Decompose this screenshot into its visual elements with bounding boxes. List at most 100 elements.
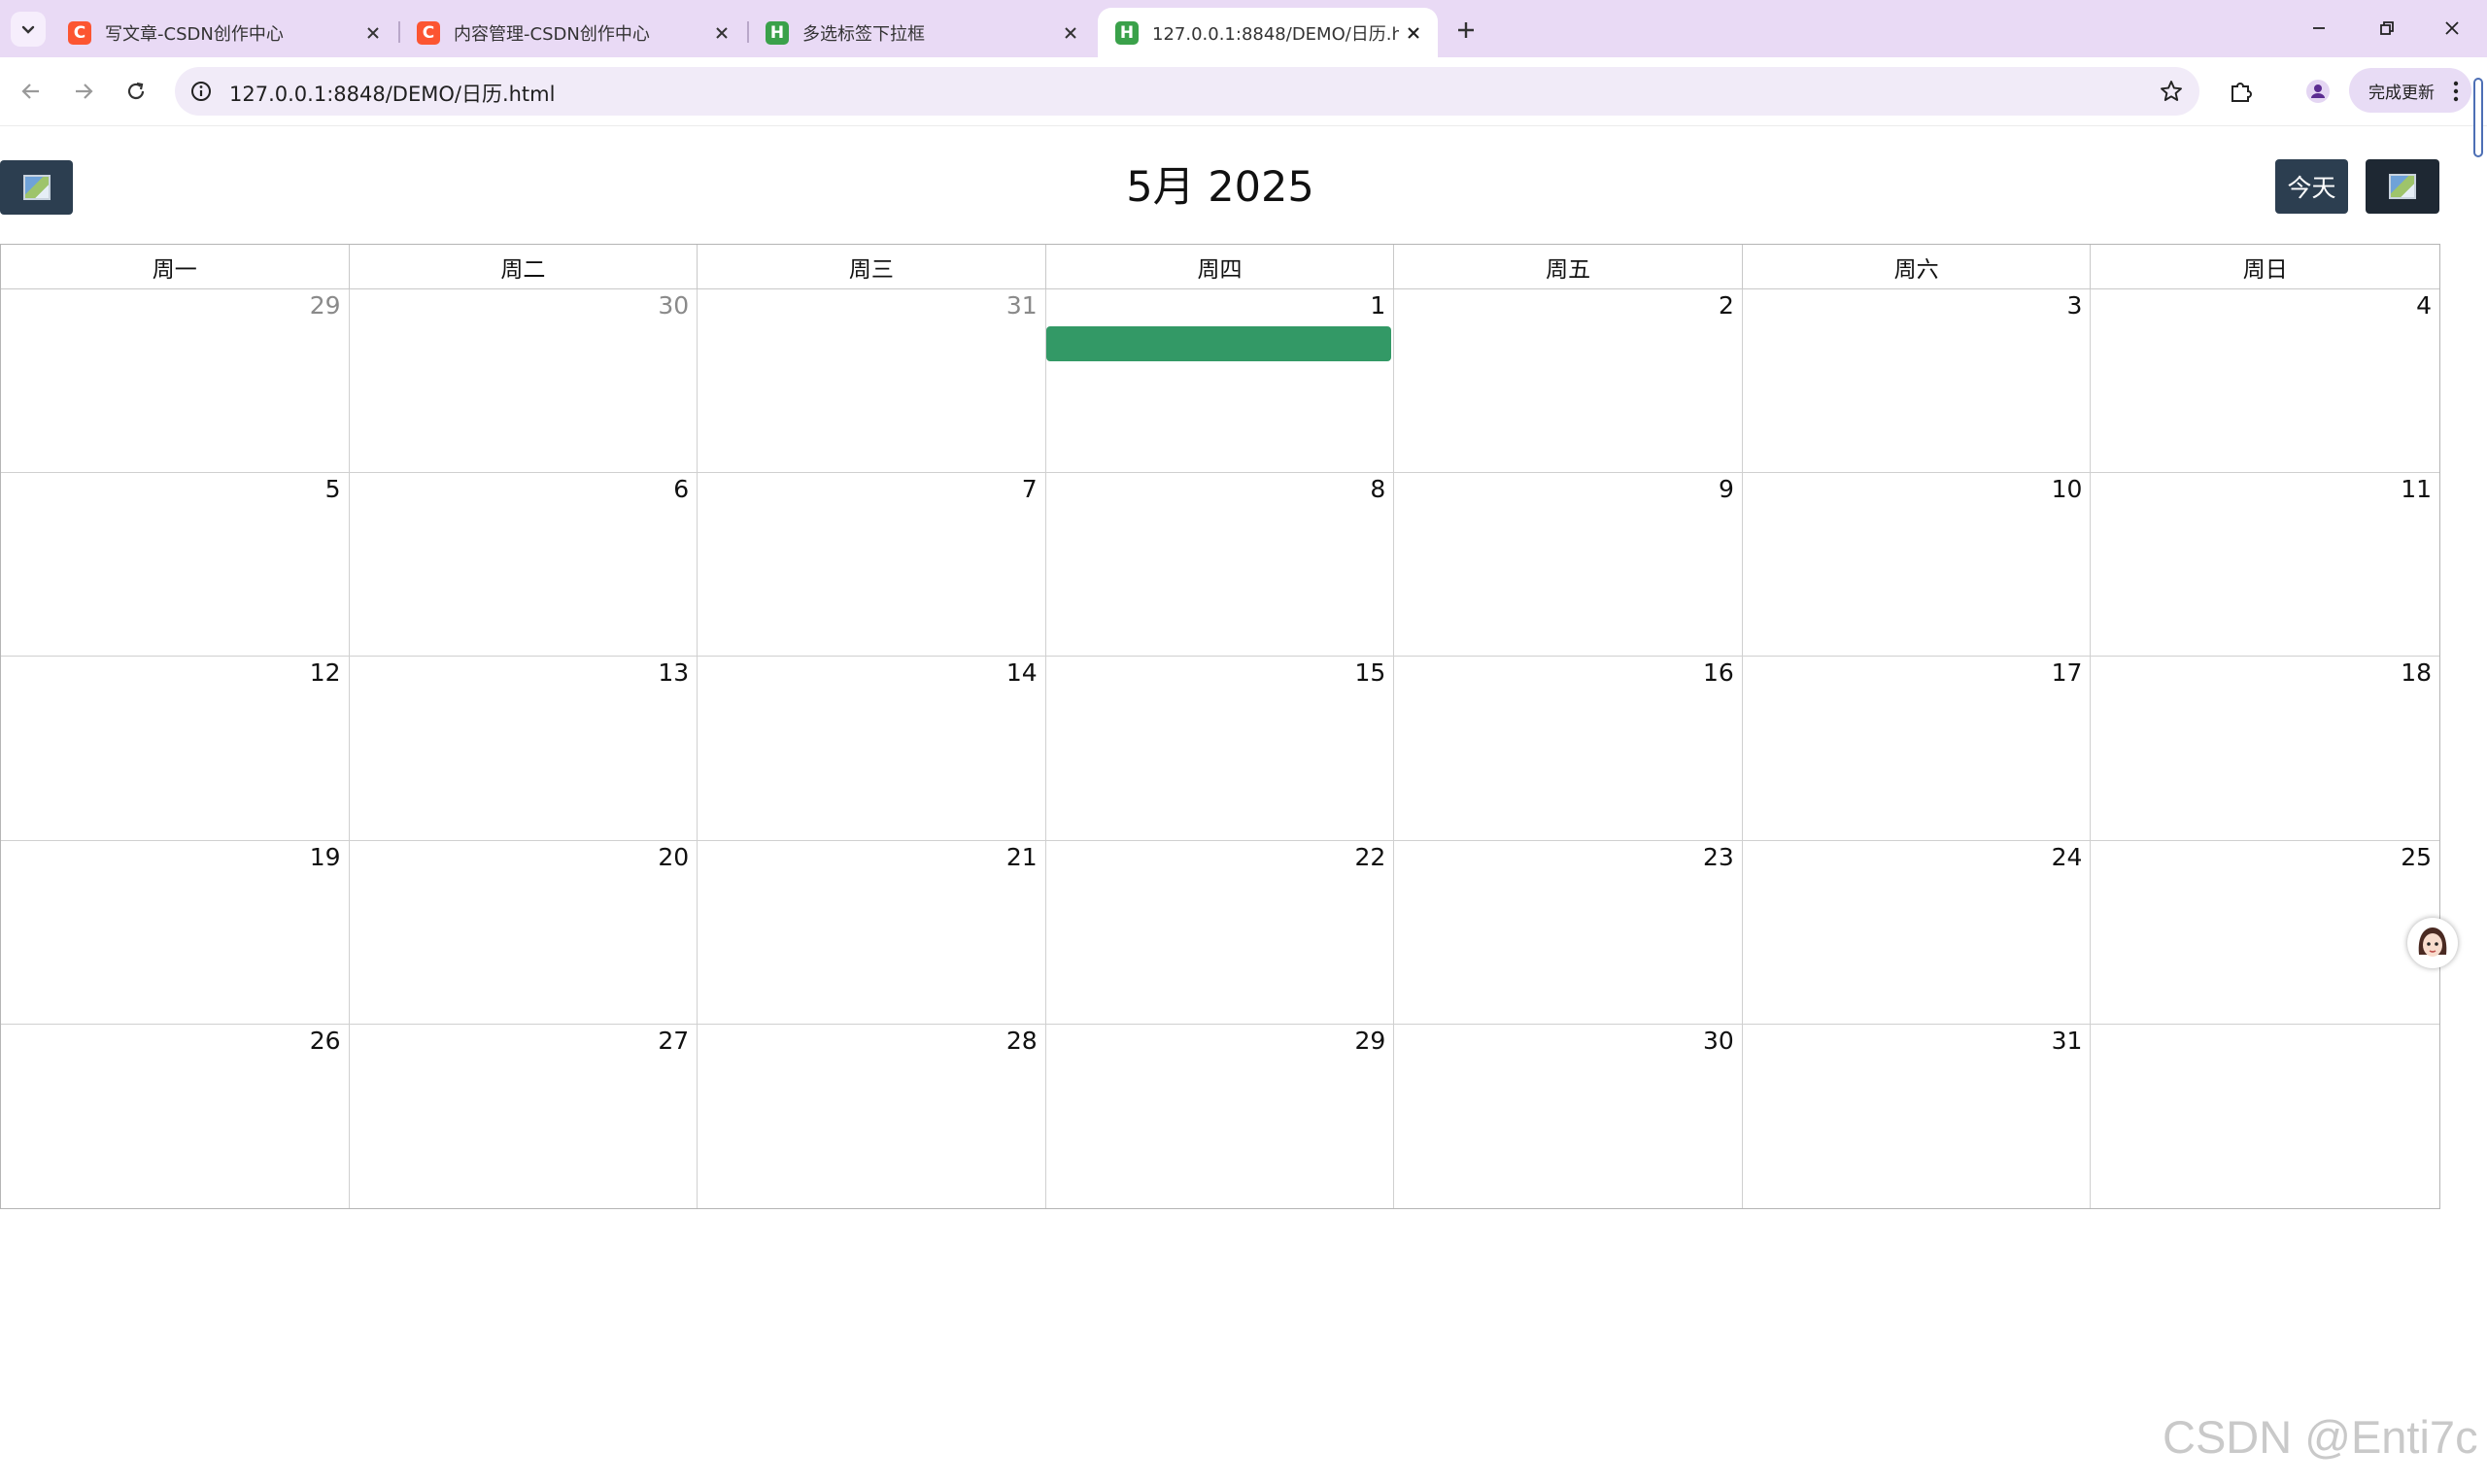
day-number: 29 [1354,1026,1386,1055]
day-number: 21 [1005,842,1038,871]
calendar-day-cell[interactable]: 29 [1,289,350,474]
day-number: 14 [1005,658,1038,688]
calendar-day-cell[interactable]: 20 [349,840,698,1025]
minimize-button[interactable] [2293,10,2345,47]
tab-close-button[interactable] [358,18,388,48]
calendar-day-cell[interactable]: 11 [2091,473,2439,658]
day-number: 18 [2401,658,2432,688]
close-window-button[interactable] [2426,10,2478,47]
calendar-day-cell[interactable]: 19 [1,840,350,1025]
reload-button[interactable] [115,70,157,113]
browser-tab-multiselect-dropdown[interactable]: H 多选标签下拉框 [748,8,1095,57]
calendar-day-cell[interactable]: 23 [1394,840,1743,1025]
browser-tab-write-article[interactable]: C 写文章-CSDN创作中心 [51,8,397,57]
day-number: 7 [1021,475,1038,504]
hbuilder-h-icon: H [1115,20,1139,45]
day-number: 30 [1703,1026,1734,1055]
day-number: 22 [1354,842,1386,871]
page-scrollbar[interactable] [2473,78,2483,157]
day-number: 31 [2051,1026,2083,1055]
calendar-day-cell[interactable]: 31 [698,289,1046,474]
calendar-day-cell[interactable]: 25 [2091,841,2439,1025]
extensions-button[interactable] [2224,74,2259,109]
bookmark-star-icon[interactable] [2159,79,2184,104]
calendar-day-cell[interactable]: 16 [1394,657,1743,841]
day-number: 3 [2066,291,2083,320]
browser-tab-content-management[interactable]: C 内容管理-CSDN创作中心 [399,8,746,57]
tab-title: 127.0.0.1:8848/DEMO/日历.html [1152,23,1399,45]
assistant-avatar-button[interactable] [2407,918,2458,968]
plus-icon [1458,22,1474,38]
restore-icon [2380,21,2394,35]
update-button-label: 完成更新 [2368,83,2435,103]
site-info-icon[interactable] [188,79,214,104]
calendar-day-cell[interactable]: 7 [698,473,1046,658]
tab-title: 写文章-CSDN创作中心 [105,23,284,45]
tab-close-button[interactable] [707,18,736,48]
next-month-button[interactable] [2366,159,2439,214]
puzzle-piece-icon [2231,83,2252,102]
calendar-day-cell[interactable]: 10 [1742,473,2092,658]
calendar-day-cell[interactable]: 8 [1045,473,1395,658]
calendar-day-cell[interactable]: 15 [1045,657,1395,841]
calendar-event[interactable] [1045,326,1392,361]
back-button[interactable] [10,70,52,113]
arrow-right-icon [76,84,93,99]
forward-button[interactable] [62,70,105,113]
day-number: 19 [309,842,341,871]
calendar-day-cell[interactable]: 18 [2091,657,2439,841]
calendar-day-cell[interactable]: 6 [349,473,698,658]
new-tab-button[interactable] [1449,14,1482,47]
browser-tab-calendar[interactable]: H 127.0.0.1:8848/DEMO/日历.html [1098,8,1438,57]
calendar-day-cell[interactable]: 29 [1046,1024,1395,1208]
weekday-header: 周五 [1394,245,1743,288]
calendar-day-cell[interactable]: 26 [1,1024,350,1208]
calendar-day-cell[interactable]: 9 [1394,473,1743,658]
calendar-day-cell[interactable]: 4 [2091,289,2439,474]
weekday-header: 周六 [1743,245,2092,288]
tab-search-button[interactable] [11,12,46,47]
calendar-day-cell[interactable]: 1 [1045,289,1395,474]
tab-close-button[interactable] [1399,18,1428,48]
calendar-day-cell[interactable]: 3 [1742,289,2092,474]
update-button[interactable]: 完成更新 [2349,68,2471,113]
calendar-day-cell[interactable]: 21 [698,840,1046,1025]
tab-close-button[interactable] [1056,18,1085,48]
day-number: 23 [1703,842,1734,871]
calendar-day-cell[interactable]: 17 [1742,657,2092,841]
csdn-watermark: CSDN @Enti7c [2163,1411,2478,1463]
day-number: 28 [1005,1026,1038,1055]
profile-button[interactable] [2300,74,2335,109]
day-number: 6 [673,475,690,504]
close-icon [367,26,379,39]
avatar-face-icon [2409,920,2456,966]
calendar-day-cell[interactable]: 24 [1742,840,2092,1025]
calendar-day-cell[interactable]: 30 [1394,1024,1743,1208]
restore-button[interactable] [2361,10,2413,47]
calendar-day-cell[interactable]: 14 [698,657,1046,841]
calendar-day-cell[interactable]: 2 [1394,289,1743,474]
weekday-header: 周三 [698,245,1046,288]
tab-title: 内容管理-CSDN创作中心 [454,23,650,45]
calendar-grid: 周一 周二 周三 周四 周五 周六 周日 29 30 31 1 2 3 4 5 6 7 8 9 10 11… [0,244,2440,1209]
weekday-header: 周一 [1,245,350,288]
calendar-day-cell[interactable]: 5 [1,473,350,658]
calendar-day-cell[interactable]: 28 [698,1024,1046,1208]
day-number: 9 [1718,475,1734,504]
address-bar[interactable]: 127.0.0.1:8848/DEMO/日历.html [175,67,2199,116]
calendar-day-cell[interactable]: 31 [1743,1024,2092,1208]
calendar-day-cell[interactable]: 22 [1045,840,1395,1025]
day-number: 29 [309,291,341,320]
day-number: 24 [2051,842,2083,871]
weekday-header: 周二 [350,245,698,288]
broken-image-icon [2389,174,2416,199]
calendar-day-cell[interactable]: 12 [1,657,350,841]
calendar-day-cell[interactable] [2091,1025,2439,1208]
calendar-day-cell[interactable]: 27 [350,1024,698,1208]
calendar-day-cell[interactable]: 13 [349,657,698,841]
calendar-day-cell[interactable]: 30 [349,289,698,474]
day-number: 10 [2051,475,2083,504]
profile-icon [2306,80,2330,103]
day-number: 27 [658,1026,690,1055]
today-button[interactable]: 今天 [2275,159,2348,214]
